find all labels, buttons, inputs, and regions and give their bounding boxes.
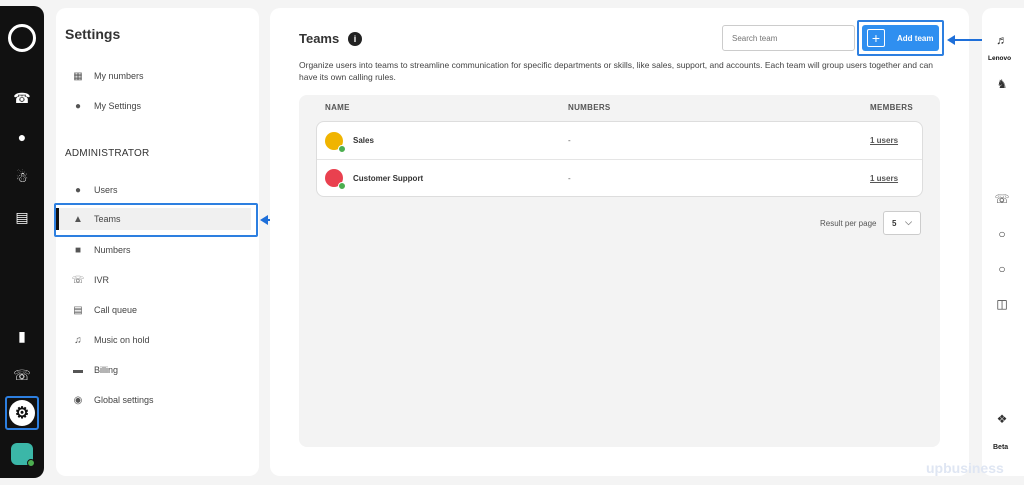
avatar[interactable]: [11, 443, 35, 467]
analytics-icon[interactable]: ▮: [12, 326, 32, 346]
numbers-icon: ■: [74, 244, 82, 256]
table-row[interactable]: Customer Support - 1 users: [317, 159, 922, 196]
teams-table: NAME NUMBERS MEMBERS Sales - 1 users Cus…: [299, 95, 940, 447]
check-badge-icon: [338, 182, 346, 190]
bell-icon[interactable]: ♞: [993, 75, 1011, 93]
speaker-icon[interactable]: ♬: [993, 31, 1011, 49]
team-avatar: [325, 169, 346, 190]
user-icon[interactable]: ○: [993, 225, 1011, 243]
team-avatar: [325, 131, 346, 153]
billing-icon: ▬: [73, 364, 83, 376]
music-hold-icon: ♫: [74, 334, 82, 346]
column-header-name: NAME: [325, 103, 350, 112]
right-rail: ♬ Lenovo ♞ ☏ ○ ○ ◫ ❖ Beta: [982, 8, 1024, 476]
beta-label: Beta: [993, 444, 1009, 451]
menu-item-label: IVR: [94, 275, 110, 285]
chat-icon[interactable]: ●: [12, 127, 32, 147]
results-per-page-label: Result per page: [820, 219, 877, 228]
add-team-button[interactable]: + Add team: [862, 25, 939, 51]
online-status-dot: [27, 459, 35, 467]
clipboard-icon[interactable]: ▤: [12, 207, 32, 227]
left-nav-rail: ☎ ● ☃ ▤ ▮ ☏ ⚙: [0, 6, 44, 478]
teams-highlight-box: [54, 203, 258, 237]
column-header-numbers: NUMBERS: [568, 103, 611, 112]
user-settings-icon: ●: [74, 100, 82, 112]
menu-item-global-settings[interactable]: ◉ Global settings: [56, 389, 259, 411]
menu-item-music-on-hold[interactable]: ♫ Music on hold: [56, 329, 259, 351]
globe-settings-icon: ◉: [73, 394, 83, 406]
phone-transfer-icon[interactable]: ☏: [993, 190, 1011, 208]
menu-item-users[interactable]: ● Users: [56, 179, 259, 201]
results-per-page-value: 5: [892, 218, 897, 228]
page-description: Organize users into teams to streamline …: [299, 60, 934, 82]
table-body: Sales - 1 users Customer Support - 1 use…: [316, 121, 923, 197]
users-icon: ●: [74, 184, 82, 196]
ivr-icon: ☏: [71, 274, 85, 286]
settings-highlight: ⚙: [5, 396, 39, 430]
search-input[interactable]: [722, 25, 855, 51]
menu-item-label: My Settings: [94, 101, 142, 111]
logo-icon[interactable]: [8, 24, 36, 52]
gear-icon[interactable]: ⚙: [9, 400, 35, 426]
team-name: Customer Support: [353, 173, 424, 183]
device-label: Lenovo: [988, 55, 1012, 62]
menu-item-my-numbers[interactable]: ▦ My numbers: [56, 65, 259, 87]
menu-item-label: Global settings: [94, 395, 154, 405]
menu-item-label: Call queue: [94, 305, 138, 315]
plus-icon: +: [867, 29, 885, 47]
teams-main-panel: Teams i Organize users into teams to str…: [270, 8, 969, 476]
phone-add-icon[interactable]: ☏: [12, 365, 32, 385]
group-icon[interactable]: ○: [993, 260, 1011, 278]
help-lifebuoy-icon[interactable]: ❖: [993, 410, 1011, 428]
team-name: Sales: [353, 136, 374, 145]
info-icon[interactable]: i: [348, 32, 362, 46]
team-members-link[interactable]: 1 users: [870, 174, 898, 183]
phone-icon[interactable]: ☎: [12, 88, 32, 108]
results-per-page-select[interactable]: 5 ⌵: [883, 211, 921, 235]
menu-item-ivr[interactable]: ☏ IVR: [56, 269, 259, 291]
page-title: Teams: [299, 31, 340, 46]
call-queue-icon: ▤: [73, 304, 83, 316]
check-badge-icon: [338, 144, 346, 153]
menu-item-label: Music on hold: [94, 335, 150, 345]
add-team-label: Add team: [897, 33, 934, 43]
settings-panel: Settings ▦ My numbers ● My Settings ADMI…: [56, 8, 259, 476]
team-members-link[interactable]: 1 users: [870, 136, 898, 145]
add-team-highlight-box: + Add team: [857, 20, 944, 56]
table-row[interactable]: Sales - 1 users: [317, 122, 922, 159]
settings-title: Settings: [65, 26, 121, 42]
team-numbers: -: [568, 136, 571, 145]
menu-item-numbers[interactable]: ■ Numbers: [56, 239, 259, 261]
team-numbers: -: [568, 173, 571, 183]
administrator-heading: ADMINISTRATOR: [65, 148, 150, 159]
watermark-logo: upbusiness: [926, 460, 1004, 476]
column-header-members: MEMBERS: [870, 103, 913, 112]
menu-item-billing[interactable]: ▬ Billing: [56, 359, 259, 381]
menu-item-my-settings[interactable]: ● My Settings: [56, 95, 259, 117]
book-icon[interactable]: ◫: [993, 295, 1011, 313]
grid-icon: ▦: [73, 70, 83, 82]
menu-item-label: My numbers: [94, 71, 144, 81]
contacts-icon[interactable]: ☃: [12, 167, 32, 187]
menu-item-label: Billing: [94, 365, 119, 375]
chevron-down-icon: ⌵: [905, 217, 912, 227]
menu-item-call-queue[interactable]: ▤ Call queue: [56, 299, 259, 321]
menu-item-label: Users: [94, 185, 118, 195]
menu-item-label: Numbers: [94, 245, 131, 255]
